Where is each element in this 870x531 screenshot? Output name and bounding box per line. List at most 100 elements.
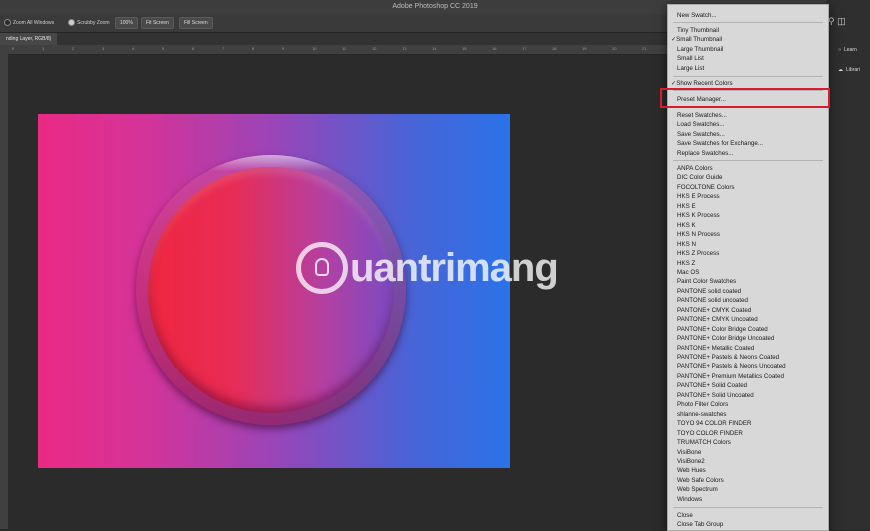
menu-item-swatch-library[interactable]: ANPA Colors <box>677 164 713 173</box>
document-tab[interactable]: nding Layer, RGB/8) <box>0 33 58 45</box>
watermark: uantrimang <box>296 238 559 298</box>
menu-item-swatch-library[interactable]: PANTONE+ Color Bridge Coated <box>677 325 768 334</box>
menu-item-swatch-library[interactable]: HKS K Process <box>677 211 720 220</box>
menu-item-swatch-action[interactable]: Load Swatches... <box>677 120 724 129</box>
workspace-icon[interactable]: ◫ <box>837 16 846 26</box>
ruler-tick-label: 18 <box>552 46 557 51</box>
menu-item-swatch-library[interactable]: Windows <box>677 495 702 504</box>
ruler-tick-label: 1 <box>42 46 45 51</box>
menu-item-swatch-action[interactable]: Save Swatches for Exchange... <box>677 139 763 148</box>
ruler-tick-label: 4 <box>132 46 135 51</box>
menu-item-swatch-library[interactable]: PANTONE+ Metallic Coated <box>677 344 754 353</box>
menu-item-swatch-library[interactable]: shlanne-swatches <box>677 410 727 419</box>
menu-item-swatch-library[interactable]: HKS E <box>677 202 696 211</box>
menu-item-swatch-action[interactable]: Save Swatches... <box>677 130 725 139</box>
lightbulb-logo-icon <box>296 242 348 294</box>
ruler-tick-label: 0 <box>12 46 15 51</box>
ruler-tick-label: 8 <box>252 46 255 51</box>
learn-label: Learn <box>844 47 857 53</box>
menu-item-swatch-library[interactable]: PANTONE+ Color Bridge Uncoated <box>677 334 774 343</box>
menu-item-swatch-library[interactable]: PANTONE+ CMYK Coated <box>677 306 751 315</box>
scrubby-zoom-label: Scrubby Zoom <box>77 19 110 26</box>
menu-item-swatch-action[interactable]: Replace Swatches... <box>677 149 733 158</box>
ruler-tick-label: 2 <box>72 46 75 51</box>
menu-item-new-swatch[interactable]: New Swatch... <box>677 11 717 20</box>
menu-item-swatch-library[interactable]: FOCOLTONE Colors <box>677 183 735 192</box>
libraries-label: Librari <box>846 67 860 73</box>
ruler-tick-label: 21 <box>642 46 647 51</box>
ruler-tick-label: 3 <box>102 46 105 51</box>
ruler-tick-label: 15 <box>462 46 467 51</box>
watermark-text: uantrimang <box>350 245 559 290</box>
show-recent-label: Show Recent Colors <box>676 80 733 87</box>
menu-item-view[interactable]: ✓Small Thumbnail <box>671 35 722 44</box>
ruler-tick-label: 10 <box>312 46 317 51</box>
menu-item-view[interactable]: Small List <box>677 54 704 63</box>
ruler-tick-label: 12 <box>372 46 377 51</box>
scrubby-zoom-checkbox[interactable] <box>68 19 75 26</box>
menu-item-swatch-library[interactable]: PANTONE+ Solid Uncoated <box>677 391 754 400</box>
menu-item-swatch-library[interactable]: HKS Z Process <box>677 249 719 258</box>
menu-item-view[interactable]: Large Thumbnail <box>677 45 723 54</box>
ruler-tick-label: 14 <box>432 46 437 51</box>
panel-toolbar: ⚲ ◫ <box>828 16 846 27</box>
menu-item-swatch-library[interactable]: HKS N <box>677 240 696 249</box>
scrubby-zoom-option[interactable]: Scrubby Zoom <box>68 19 110 26</box>
menu-item-swatch-library[interactable]: PANTONE+ Pastels & Neons Uncoated <box>677 362 786 371</box>
fit-screen-button[interactable]: Fit Screen <box>141 17 174 29</box>
menu-item-swatch-library[interactable]: TOYO 94 COLOR FINDER <box>677 419 752 428</box>
zoom-all-windows-checkbox[interactable] <box>4 19 11 26</box>
menu-separator <box>673 76 823 77</box>
menu-item-swatch-library[interactable]: HKS E Process <box>677 192 720 201</box>
menu-item-swatch-library[interactable]: TRUMATCH Colors <box>677 438 731 447</box>
vertical-ruler[interactable] <box>0 45 8 529</box>
menu-item-swatch-library[interactable]: PANTONE solid uncoated <box>677 296 748 305</box>
bulb-icon <box>315 258 329 276</box>
zoom-all-windows-option[interactable]: Zoom All Windows <box>4 19 54 26</box>
menu-item-swatch-library[interactable]: Mac OS <box>677 268 699 277</box>
menu-item-swatch-library[interactable]: PANTONE+ Premium Metallics Coated <box>677 372 784 381</box>
menu-item-swatch-library[interactable]: HKS Z <box>677 259 695 268</box>
ruler-tick-label: 5 <box>162 46 165 51</box>
menu-item-swatch-library[interactable]: PANTONE+ Solid Coated <box>677 381 747 390</box>
ruler-tick-label: 17 <box>522 46 527 51</box>
menu-item-swatch-library[interactable]: DIC Color Guide <box>677 173 722 182</box>
menu-item-swatch-library[interactable]: Web Safe Colors <box>677 476 724 485</box>
ruler-tick-label: 16 <box>492 46 497 51</box>
menu-item-swatch-library[interactable]: Photo Filter Colors <box>677 400 728 409</box>
ruler-tick-label: 20 <box>612 46 617 51</box>
menu-separator <box>673 160 823 161</box>
menu-item-swatch-library[interactable]: HKS N Process <box>677 230 720 239</box>
swatches-panel-menu: New Swatch... Tiny Thumbnail ✓Small Thumb… <box>667 4 829 531</box>
menu-item-swatch-library[interactable]: PANTONE solid coated <box>677 287 741 296</box>
menu-item-swatch-library[interactable]: PANTONE+ CMYK Uncoated <box>677 315 758 324</box>
menu-item-view[interactable]: Tiny Thumbnail <box>677 26 719 35</box>
learn-panel-tab[interactable]: ○ Learn <box>838 44 868 56</box>
ruler-tick-label: 11 <box>342 46 347 51</box>
menu-item-view[interactable]: Large List <box>677 64 704 73</box>
menu-item-show-recent-colors[interactable]: ✓Show Recent Colors <box>671 79 733 88</box>
menu-item-swatch-library[interactable]: Paint Color Swatches <box>677 277 736 286</box>
zoom-100-button[interactable]: 100% <box>115 17 138 29</box>
menu-separator <box>673 22 823 23</box>
menu-item-swatch-library[interactable]: HKS K <box>677 221 696 230</box>
menu-item-swatch-library[interactable]: Web Hues <box>677 466 706 475</box>
right-panel: ⚲ ◫ ○ Learn ☁ Librari <box>826 0 870 529</box>
menu-item-swatch-library[interactable]: PANTONE+ Pastels & Neons Coated <box>677 353 779 362</box>
ruler-tick-label: 13 <box>402 46 407 51</box>
fill-screen-button[interactable]: Fill Screen <box>179 17 213 29</box>
ruler-tick-label: 7 <box>222 46 225 51</box>
menu-item-swatch-library[interactable]: VisiBone2 <box>677 457 705 466</box>
cloud-icon: ☁ <box>838 67 843 73</box>
menu-item-swatch-library[interactable]: Web Spectrum <box>677 485 718 494</box>
libraries-panel-tab[interactable]: ☁ Librari <box>838 64 868 76</box>
menu-item-close[interactable]: Close <box>677 511 693 520</box>
ruler-tick-label: 9 <box>282 46 285 51</box>
ruler-tick-label: 19 <box>582 46 587 51</box>
preset-manager-highlight <box>660 88 830 108</box>
menu-separator <box>673 507 823 508</box>
menu-item-swatch-action[interactable]: Reset Swatches... <box>677 111 727 120</box>
menu-item-close[interactable]: Close Tab Group <box>677 520 723 529</box>
menu-item-swatch-library[interactable]: VisiBone <box>677 448 701 457</box>
menu-item-swatch-library[interactable]: TOYO COLOR FINDER <box>677 429 743 438</box>
